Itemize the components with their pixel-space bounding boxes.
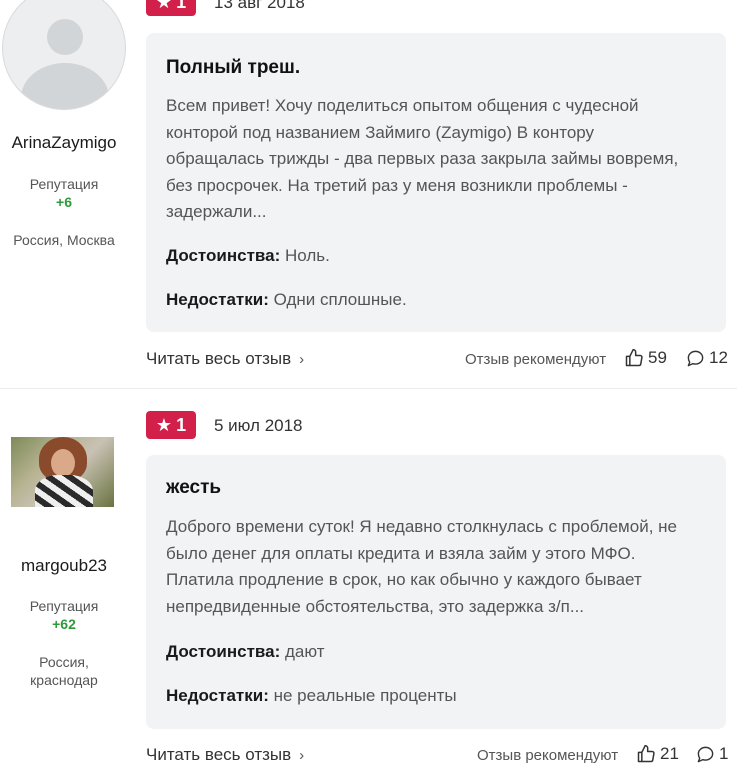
pros-label: Достоинства: xyxy=(166,642,281,661)
review-pros: Достоинства: Ноль. xyxy=(166,246,330,266)
author-location-line1: Россия, xyxy=(39,654,89,670)
rating-badge: ★ 1 xyxy=(146,0,196,16)
chevron-right-icon: › xyxy=(299,351,305,368)
reputation-label: Репутация xyxy=(29,598,99,614)
chevron-right-icon: › xyxy=(299,747,305,764)
review-card: жесть Доброго времени суток! Я недавно с… xyxy=(146,455,726,729)
read-more-label: Читать весь отзыв xyxy=(146,745,292,764)
pros-text: Ноль. xyxy=(285,246,330,265)
rating-badge: ★ 1 xyxy=(146,411,196,439)
author-name[interactable]: ArinaZaymigo xyxy=(0,133,128,153)
author-location: Россия, Москва xyxy=(13,232,115,248)
comment-bubble-icon xyxy=(687,350,704,366)
review-date: 5 июл 2018 xyxy=(214,416,303,435)
review-pros: Достоинства: дают xyxy=(166,642,325,662)
review-item: margoub23 Репутация +62 Россия, краснода… xyxy=(0,389,737,775)
like-button[interactable]: 21 xyxy=(636,744,679,764)
review-card: Полный треш. Всем привет! Хочу поделитьс… xyxy=(146,33,726,332)
author-name[interactable]: margoub23 xyxy=(0,556,128,576)
rating-value: 1 xyxy=(176,414,187,435)
review-cons: Недостатки: не реальные проценты xyxy=(166,686,457,706)
like-button[interactable]: 59 xyxy=(624,348,667,368)
reputation-value: +62 xyxy=(52,616,76,632)
cons-text: Одни сплошные. xyxy=(273,290,407,309)
default-avatar-icon xyxy=(47,19,83,55)
recommend-label: Отзыв рекомендуют xyxy=(465,351,607,368)
star-icon: ★ xyxy=(155,415,173,435)
photo-shirt xyxy=(35,475,93,507)
thumbs-up-icon xyxy=(637,744,655,763)
read-more-link[interactable]: Читать весь отзыв › xyxy=(146,349,304,369)
author-location: Россия, краснодар xyxy=(0,653,128,689)
author-avatar[interactable] xyxy=(2,0,126,110)
author-avatar[interactable] xyxy=(11,437,114,507)
reputation-value: +6 xyxy=(56,194,72,210)
photo-face xyxy=(51,449,75,477)
comment-bubble-icon xyxy=(697,746,714,762)
comments-button[interactable]: 1 xyxy=(696,744,728,764)
recommend-label: Отзыв рекомендуют xyxy=(477,747,619,764)
likes-count: 21 xyxy=(660,744,679,763)
default-avatar-body xyxy=(21,63,109,109)
read-more-label: Читать весь отзыв xyxy=(146,349,292,368)
rating-value: 1 xyxy=(176,0,187,12)
pros-label: Достоинства: xyxy=(166,246,281,265)
comments-button[interactable]: 12 xyxy=(686,348,728,368)
reputation-label: Репутация xyxy=(29,176,99,192)
author-location-line2: краснодар xyxy=(30,672,98,688)
review-cons: Недостатки: Одни сплошные. xyxy=(166,290,407,310)
comments-count: 12 xyxy=(709,348,728,367)
review-title[interactable]: Полный треш. xyxy=(166,57,300,79)
review-text: Всем привет! Хочу поделиться опытом обще… xyxy=(166,96,679,221)
review-title[interactable]: жесть xyxy=(166,477,221,499)
likes-count: 59 xyxy=(648,348,667,367)
read-more-link[interactable]: Читать весь отзыв › xyxy=(146,745,304,765)
pros-text: дают xyxy=(285,642,325,661)
cons-label: Недостатки: xyxy=(166,290,269,309)
cons-text: не реальные проценты xyxy=(273,686,457,705)
review-item: ArinaZaymigo Репутация +6 Россия, Москва… xyxy=(0,0,737,388)
review-date: 13 авг 2018 xyxy=(214,0,305,12)
comments-count: 1 xyxy=(719,744,729,763)
review-text: Доброго времени суток! Я недавно столкну… xyxy=(166,517,677,616)
cons-label: Недостатки: xyxy=(166,686,269,705)
star-icon: ★ xyxy=(155,0,173,12)
thumbs-up-icon xyxy=(625,348,643,367)
